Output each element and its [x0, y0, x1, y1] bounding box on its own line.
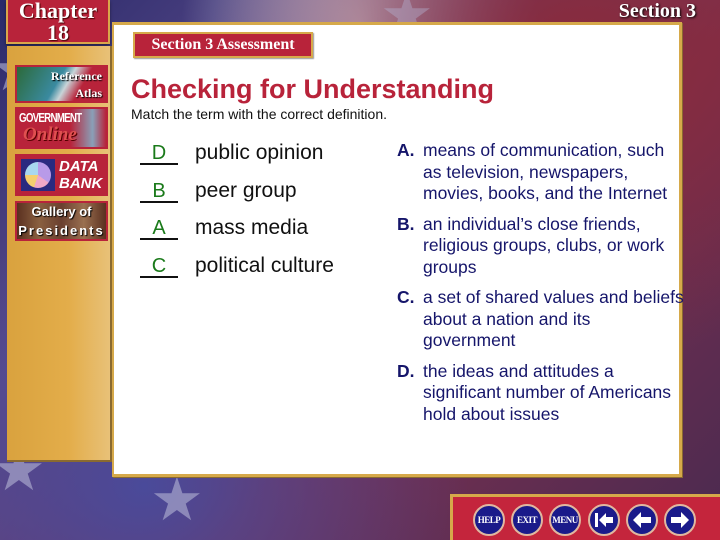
definition-text: an individual’s close friends, religious…: [423, 213, 665, 277]
reference-atlas-label-1: Reference: [50, 69, 102, 83]
data-bank-label-1: DATA: [59, 158, 99, 175]
gallery-label-1: Gallery of: [31, 204, 92, 219]
data-bank-button[interactable]: DATA BANK: [15, 154, 108, 196]
definition-text: a set of shared values and beliefs about…: [423, 287, 684, 350]
term-text: mass media: [195, 216, 309, 239]
chapter-number: 18: [47, 20, 69, 45]
government-online-label-2: Online: [23, 124, 77, 145]
flag-star-decoration: ★: [150, 466, 204, 533]
help-label: HELP: [477, 515, 501, 525]
definition-letter: B.: [397, 213, 415, 234]
next-arrow-icon: [671, 512, 689, 528]
chapter-badge: Chapter 18: [6, 0, 110, 44]
sidebar: Reference Atlas GOVERNMENT Online DATA B…: [7, 46, 112, 262]
first-slide-button[interactable]: [588, 504, 620, 536]
answer-blank: D: [140, 143, 178, 165]
definition-letter: D.: [397, 360, 415, 381]
menu-button[interactable]: MENU: [549, 504, 581, 536]
data-bank-label-2: BANK: [59, 175, 103, 192]
definition-item: D. the ideas and attitudes a significant…: [397, 361, 687, 426]
definition-letter: C.: [397, 287, 415, 307]
term-text: public opinion: [195, 141, 324, 164]
menu-label: MENU: [552, 515, 578, 525]
exit-label: EXIT: [516, 515, 538, 525]
first-slide-arrow-icon: [595, 513, 613, 527]
term-row: D public opinion: [140, 141, 334, 179]
term-row: B peer group: [140, 179, 334, 217]
term-row: A mass media: [140, 216, 334, 254]
definition-text: the ideas and attitudes a significant nu…: [423, 360, 672, 424]
definition-text: means of communication, such as televisi…: [423, 140, 668, 203]
help-button[interactable]: HELP: [473, 504, 505, 536]
section-assessment-tab: Section 3 Assessment: [133, 32, 313, 58]
definition-item: A. means of communication, such as telev…: [397, 140, 687, 205]
answer-blank: C: [140, 256, 178, 278]
pie-chart-icon: [21, 159, 55, 191]
back-arrow-icon: [633, 512, 651, 528]
term-text: political culture: [195, 253, 334, 277]
term-text: peer group: [195, 178, 297, 202]
sidebar-lower-panel: [7, 262, 112, 462]
definition-item: B. an individual’s close friends, religi…: [397, 214, 687, 279]
reference-atlas-label-2: Atlas: [75, 86, 102, 100]
gallery-of-presidents-button[interactable]: Gallery of Presidents: [15, 201, 108, 241]
instructions: Match the term with the correct definiti…: [131, 106, 387, 122]
gallery-label-2: Presidents: [18, 223, 105, 238]
section-label: Section 3: [618, 0, 696, 22]
chapter-label: Chapter: [18, 0, 98, 23]
answer-blank: B: [140, 181, 178, 203]
navigation-bar: HELP EXIT MENU: [450, 494, 720, 540]
term-row: C political culture: [140, 254, 334, 292]
definition-item: C. a set of shared values and beliefs ab…: [397, 287, 687, 352]
government-online-label-1: GOVERNMENT: [19, 110, 82, 125]
terms-list: D public opinion B peer group A mass med…: [140, 141, 334, 291]
next-button[interactable]: [664, 504, 696, 536]
reference-atlas-button[interactable]: Reference Atlas: [15, 65, 108, 103]
definitions-list: A. means of communication, such as telev…: [397, 140, 687, 434]
exit-button[interactable]: EXIT: [511, 504, 543, 536]
back-button[interactable]: [626, 504, 658, 536]
definition-letter: A.: [397, 140, 415, 160]
answer-blank: A: [140, 218, 178, 240]
government-online-button[interactable]: GOVERNMENT Online: [15, 107, 108, 149]
page-title: Checking for Understanding: [131, 74, 495, 104]
